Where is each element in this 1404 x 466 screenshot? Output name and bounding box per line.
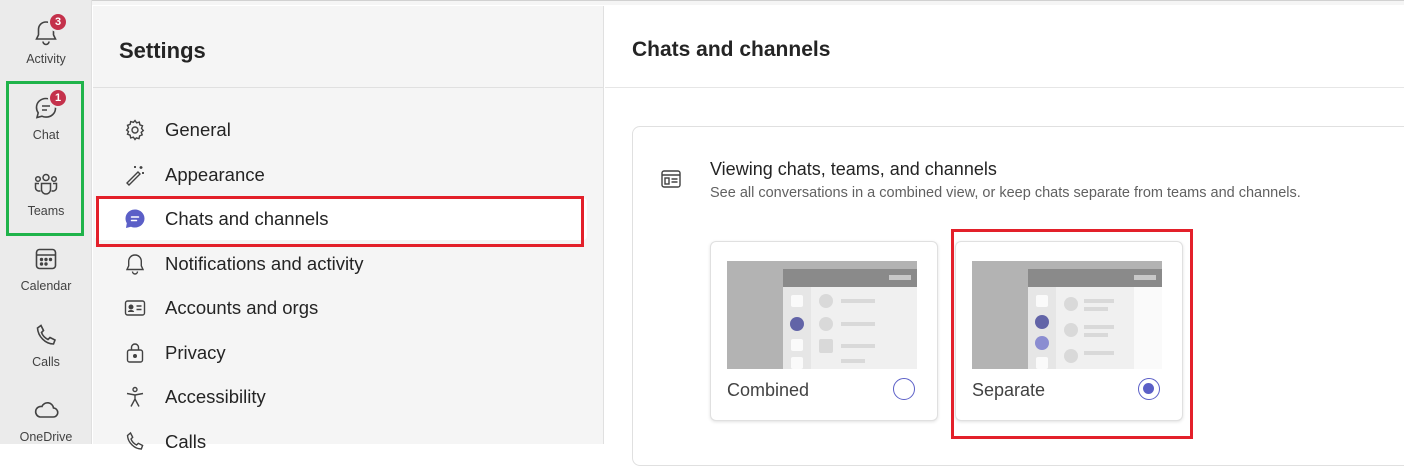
settings-nav-notifications[interactable]: Notifications and activity [95,243,587,285]
accessibility-icon [122,384,148,410]
lock-icon [122,340,148,366]
phone-icon [122,429,148,455]
rail-item-activity[interactable]: 3 Activity [0,6,92,78]
layout-icon [661,170,681,188]
settings-panel: Settings General Appearance Chats and ch… [93,6,604,452]
bell-icon: 3 [32,12,68,46]
settings-nav-calls[interactable]: Calls [95,421,587,463]
main-content: Chats and channels Viewing chats, teams,… [605,6,1404,466]
activity-badge: 3 [48,12,68,32]
rail-label: OneDrive [19,430,73,444]
radio-combined[interactable] [893,378,915,400]
app-rail: 3 Activity 1 Chat Teams Calendar Calls O… [0,0,92,444]
settings-nav-appearance[interactable]: Appearance [95,154,587,196]
rail-label: Chat [32,128,60,142]
page-title: Chats and channels [632,38,831,61]
nav-label: Notifications and activity [165,253,364,274]
cloud-icon [32,396,60,424]
radio-separate[interactable] [1138,378,1160,400]
combined-preview-image [727,261,917,369]
id-card-icon [122,295,148,321]
settings-nav-chats-and-channels[interactable]: Chats and channels [95,198,587,240]
rail-item-chat[interactable]: 1 Chat [0,82,92,154]
settings-nav-privacy[interactable]: Privacy [95,332,587,374]
rail-item-onedrive[interactable]: OneDrive [0,384,92,456]
phone-icon [32,321,60,349]
nav-label: General [165,119,231,140]
chat-badge: 1 [48,88,68,108]
nav-label: Appearance [165,164,265,185]
settings-nav-accounts[interactable]: Accounts and orgs [95,287,587,329]
nav-label: Accessibility [165,386,266,407]
rail-label: Teams [27,204,65,218]
section-description: See all conversations in a combined view… [710,185,1301,201]
rail-item-calls[interactable]: Calls [0,309,92,381]
settings-nav-general[interactable]: General [95,109,587,151]
option-label: Separate [972,380,1046,400]
window-top-edge [0,0,1404,5]
option-separate[interactable]: Separate [955,241,1183,421]
rail-item-calendar[interactable]: Calendar [0,233,92,305]
option-label: Combined [727,380,810,400]
teams-icon [32,170,60,198]
rail-label: Activity [26,52,66,66]
rail-label: Calls [32,355,60,369]
bell-icon [122,251,148,277]
separate-preview-image [972,261,1162,369]
chat-bubble-icon [122,206,148,232]
settings-title: Settings [119,38,206,63]
viewing-settings-card: Viewing chats, teams, and channels See a… [632,126,1404,466]
gear-icon [122,117,148,143]
option-combined[interactable]: Combined [710,241,938,421]
chat-icon: 1 [32,88,68,122]
section-title: Viewing chats, teams, and channels [710,159,997,179]
nav-label: Chats and channels [165,208,329,229]
magic-wand-icon [122,162,148,188]
calendar-icon [32,245,60,273]
nav-label: Accounts and orgs [165,297,319,318]
rail-label: Calendar [20,279,72,293]
nav-label: Privacy [165,342,226,363]
settings-nav-accessibility[interactable]: Accessibility [95,376,587,418]
rail-item-teams[interactable]: Teams [0,158,92,230]
nav-label: Calls [165,431,207,452]
